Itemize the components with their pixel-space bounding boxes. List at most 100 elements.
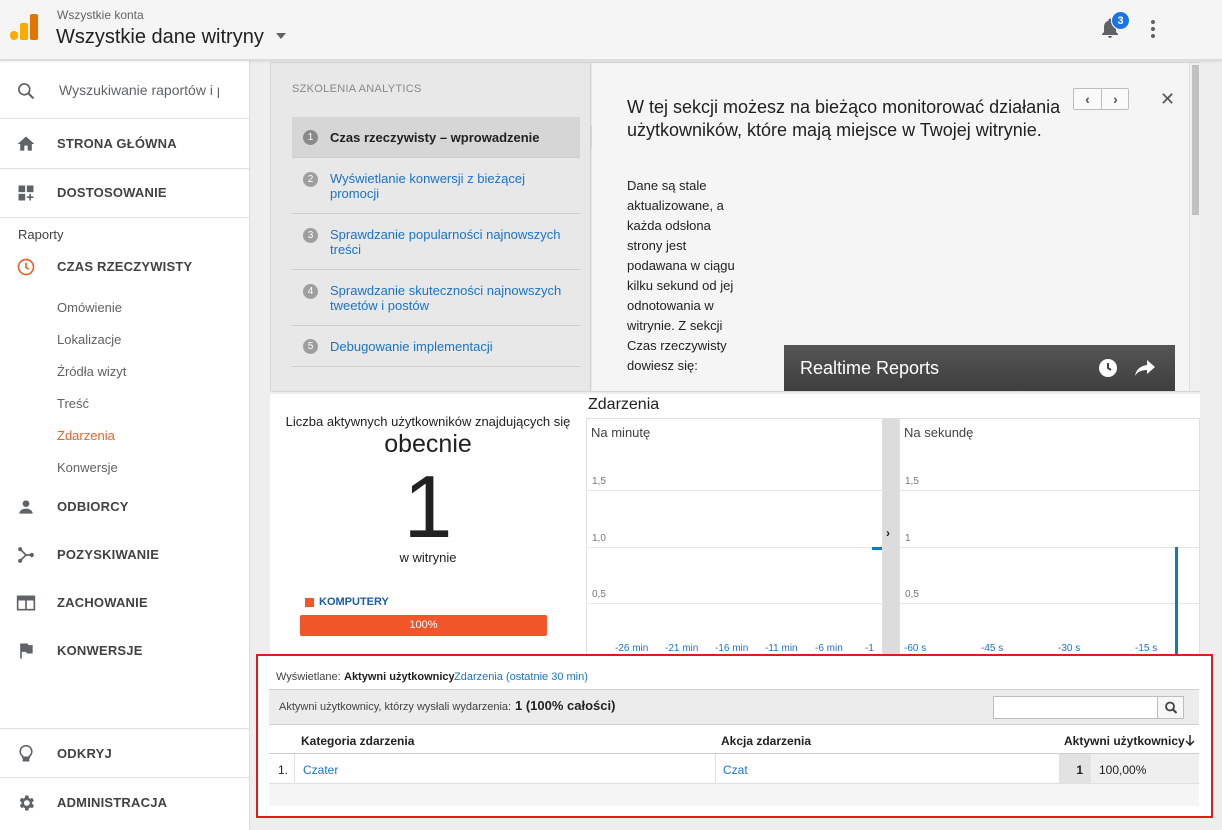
step-label[interactable]: Wyświetlanie konwersji z bieżącej promoc… bbox=[330, 171, 575, 201]
step-label[interactable]: Sprawdzanie popularności najnowszych tre… bbox=[330, 227, 575, 257]
analytics-logo-icon[interactable] bbox=[10, 14, 38, 42]
divider bbox=[0, 728, 249, 729]
account-label[interactable]: Wszystkie konta bbox=[57, 8, 144, 22]
gridline bbox=[587, 603, 882, 605]
col-event-action[interactable]: Akcja zdarzenia bbox=[721, 734, 811, 748]
close-icon[interactable]: ✕ bbox=[1160, 89, 1175, 110]
sidebar-item-admin[interactable]: ADMINISTRACJA bbox=[0, 779, 249, 827]
sidebar-item-behavior[interactable]: ZACHOWANIE bbox=[0, 579, 249, 627]
training-step-3[interactable]: 3 Sprawdzanie popularności najnowszych t… bbox=[292, 214, 580, 270]
step-number: 1 bbox=[303, 130, 318, 145]
sidebar-item-label: ZACHOWANIE bbox=[57, 595, 148, 610]
active-users-now: obecnie bbox=[384, 430, 472, 458]
sidebar-item-acquisition[interactable]: POZYSKIWANIE bbox=[0, 531, 249, 579]
next-button[interactable]: › bbox=[1102, 90, 1129, 110]
tab-active-users[interactable]: Aktywni użytkownicy bbox=[344, 671, 455, 683]
chevron-down-icon[interactable] bbox=[276, 33, 286, 39]
row-action-link[interactable]: Czat bbox=[723, 763, 748, 777]
more-vert-icon[interactable] bbox=[1144, 18, 1162, 40]
event-bar[interactable] bbox=[872, 546, 882, 550]
row-users-value: 1 bbox=[1059, 754, 1091, 783]
training-title: SZKOLENIA ANALYTICS bbox=[292, 83, 422, 95]
training-step-5[interactable]: 5 Debugowanie implementacji bbox=[292, 326, 580, 367]
prev-button[interactable]: ‹ bbox=[1074, 90, 1101, 110]
sidebar-item-home[interactable]: STRONA GŁÓWNA bbox=[0, 120, 249, 168]
summary-value: 1 (100% całości) bbox=[515, 698, 615, 713]
x-tick-label: -30 s bbox=[1058, 643, 1081, 654]
dashboard-add-icon bbox=[18, 185, 34, 201]
sidebar-subitem-locations[interactable]: Lokalizacje bbox=[57, 332, 121, 347]
row-category-link[interactable]: Czater bbox=[303, 763, 338, 777]
sidebar-subitem-traffic-sources[interactable]: Źródła wizyt bbox=[57, 364, 126, 379]
top-header: Wszystkie konta Wszystkie dane witryny 3 bbox=[0, 0, 1222, 60]
sidebar-item-realtime[interactable]: CZAS RZECZYWISTY bbox=[0, 243, 249, 291]
col-active-users[interactable]: Aktywni użytkownicy bbox=[1064, 734, 1185, 748]
step-number: 4 bbox=[303, 284, 318, 299]
property-selector[interactable]: Wszystkie dane witryny bbox=[56, 26, 264, 49]
sidebar-item-conversions[interactable]: KONWERSJE bbox=[0, 627, 249, 675]
tab-events-last-30[interactable]: Zdarzenia (ostatnie 30 min) bbox=[454, 671, 588, 683]
sidebar-item-label: STRONA GŁÓWNA bbox=[57, 136, 177, 151]
y-tick-label: 1,5 bbox=[905, 476, 919, 487]
step-label[interactable]: Sprawdzanie skuteczności najnowszych twe… bbox=[330, 283, 575, 313]
training-scrollbar[interactable] bbox=[1189, 63, 1200, 391]
table-search-input[interactable] bbox=[993, 696, 1184, 719]
device-share-bar: 100% bbox=[300, 615, 547, 636]
gridline bbox=[900, 490, 1199, 491]
sidebar-subitem-events[interactable]: Zdarzenia bbox=[57, 428, 115, 443]
table-search-button[interactable] bbox=[1157, 697, 1183, 718]
col-event-category[interactable]: Kategoria zdarzenia bbox=[301, 734, 414, 748]
person-icon bbox=[19, 500, 33, 514]
search-input[interactable]: Wyszukiwanie raportów i pomocy bbox=[59, 82, 219, 98]
training-step-1[interactable]: 1 Czas rzeczywisty – wprowadzenie bbox=[292, 117, 580, 158]
sidebar-item-label: POZYSKIWANIE bbox=[57, 547, 160, 562]
scrollbar-thumb[interactable] bbox=[1192, 65, 1199, 215]
step-number: 2 bbox=[303, 172, 318, 187]
sidebar-item-customize[interactable]: DOSTOSOWANIE bbox=[0, 169, 249, 217]
clock-icon bbox=[17, 258, 35, 276]
sidebar-item-label: ODBIORCY bbox=[57, 499, 129, 514]
table-row: 1. Czater Czat 1 100,00% bbox=[269, 754, 1199, 784]
training-pager: ‹ › bbox=[1073, 88, 1129, 110]
sort-arrow-down-icon[interactable] bbox=[1185, 735, 1195, 747]
event-bar[interactable] bbox=[1175, 546, 1178, 657]
divider bbox=[0, 777, 249, 778]
x-tick-label: -45 s bbox=[981, 643, 1004, 654]
training-heading: W tej sekcji możesz na bieżąco monitorow… bbox=[627, 97, 1061, 140]
chart-title: Na sekundę bbox=[904, 425, 974, 440]
device-legend-label: KOMPUTERY bbox=[319, 596, 389, 608]
sidebar-item-audience[interactable]: ODBIORCY bbox=[0, 483, 249, 531]
training-step-4[interactable]: 4 Sprawdzanie skuteczności najnowszych t… bbox=[292, 270, 580, 326]
search-icon bbox=[18, 83, 35, 100]
sidebar-item-discover[interactable]: ODKRYJ bbox=[0, 730, 249, 778]
training-panel: SZKOLENIA ANALYTICS 1 Czas rzeczywisty –… bbox=[270, 62, 1200, 392]
share-icon[interactable] bbox=[1134, 358, 1156, 378]
training-body: Dane są stale aktualizowane, a każda ods… bbox=[627, 178, 735, 373]
row-index: 1. bbox=[278, 763, 289, 777]
table-footer bbox=[269, 784, 1199, 806]
notification-badge[interactable]: 3 bbox=[1111, 11, 1130, 30]
watch-later-icon[interactable] bbox=[1098, 358, 1118, 378]
sidebar-item-label: CZAS RZECZYWISTY bbox=[57, 259, 193, 274]
per-second-chart: Na sekundę 1,5 1 0,5 -60 s -45 s -30 s -15 s bbox=[899, 418, 1200, 657]
chart-splitter[interactable]: › bbox=[883, 418, 899, 656]
search-icon bbox=[1165, 701, 1178, 714]
sidebar: Wyszukiwanie raportów i pomocy STRONA GŁ… bbox=[0, 61, 250, 830]
divider bbox=[0, 217, 249, 218]
chart-title: Na minutę bbox=[591, 425, 651, 440]
sidebar-subitem-content[interactable]: Treść bbox=[57, 396, 89, 411]
report-search[interactable]: Wyszukiwanie raportów i pomocy bbox=[0, 61, 249, 119]
sidebar-subitem-overview[interactable]: Omówienie bbox=[57, 300, 122, 315]
table-header: Kategoria zdarzenia Akcja zdarzenia Akty… bbox=[269, 726, 1199, 754]
video-player[interactable]: Realtime Reports bbox=[784, 345, 1175, 391]
training-step-2[interactable]: 2 Wyświetlanie konwersji z bieżącej prom… bbox=[292, 158, 580, 214]
active-users-count: 1 bbox=[403, 457, 453, 556]
sidebar-subitem-conversions[interactable]: Konwersje bbox=[57, 460, 118, 475]
x-tick-label: -11 min bbox=[765, 643, 798, 654]
video-title: Realtime Reports bbox=[800, 358, 940, 378]
table-summary: Aktywni użytkownicy, którzy wysłali wyda… bbox=[269, 689, 1199, 725]
flag-icon bbox=[20, 643, 33, 659]
step-label[interactable]: Debugowanie implementacji bbox=[330, 339, 575, 354]
chevron-right-icon[interactable]: › bbox=[886, 526, 890, 540]
x-tick-label: -26 min bbox=[615, 643, 649, 654]
